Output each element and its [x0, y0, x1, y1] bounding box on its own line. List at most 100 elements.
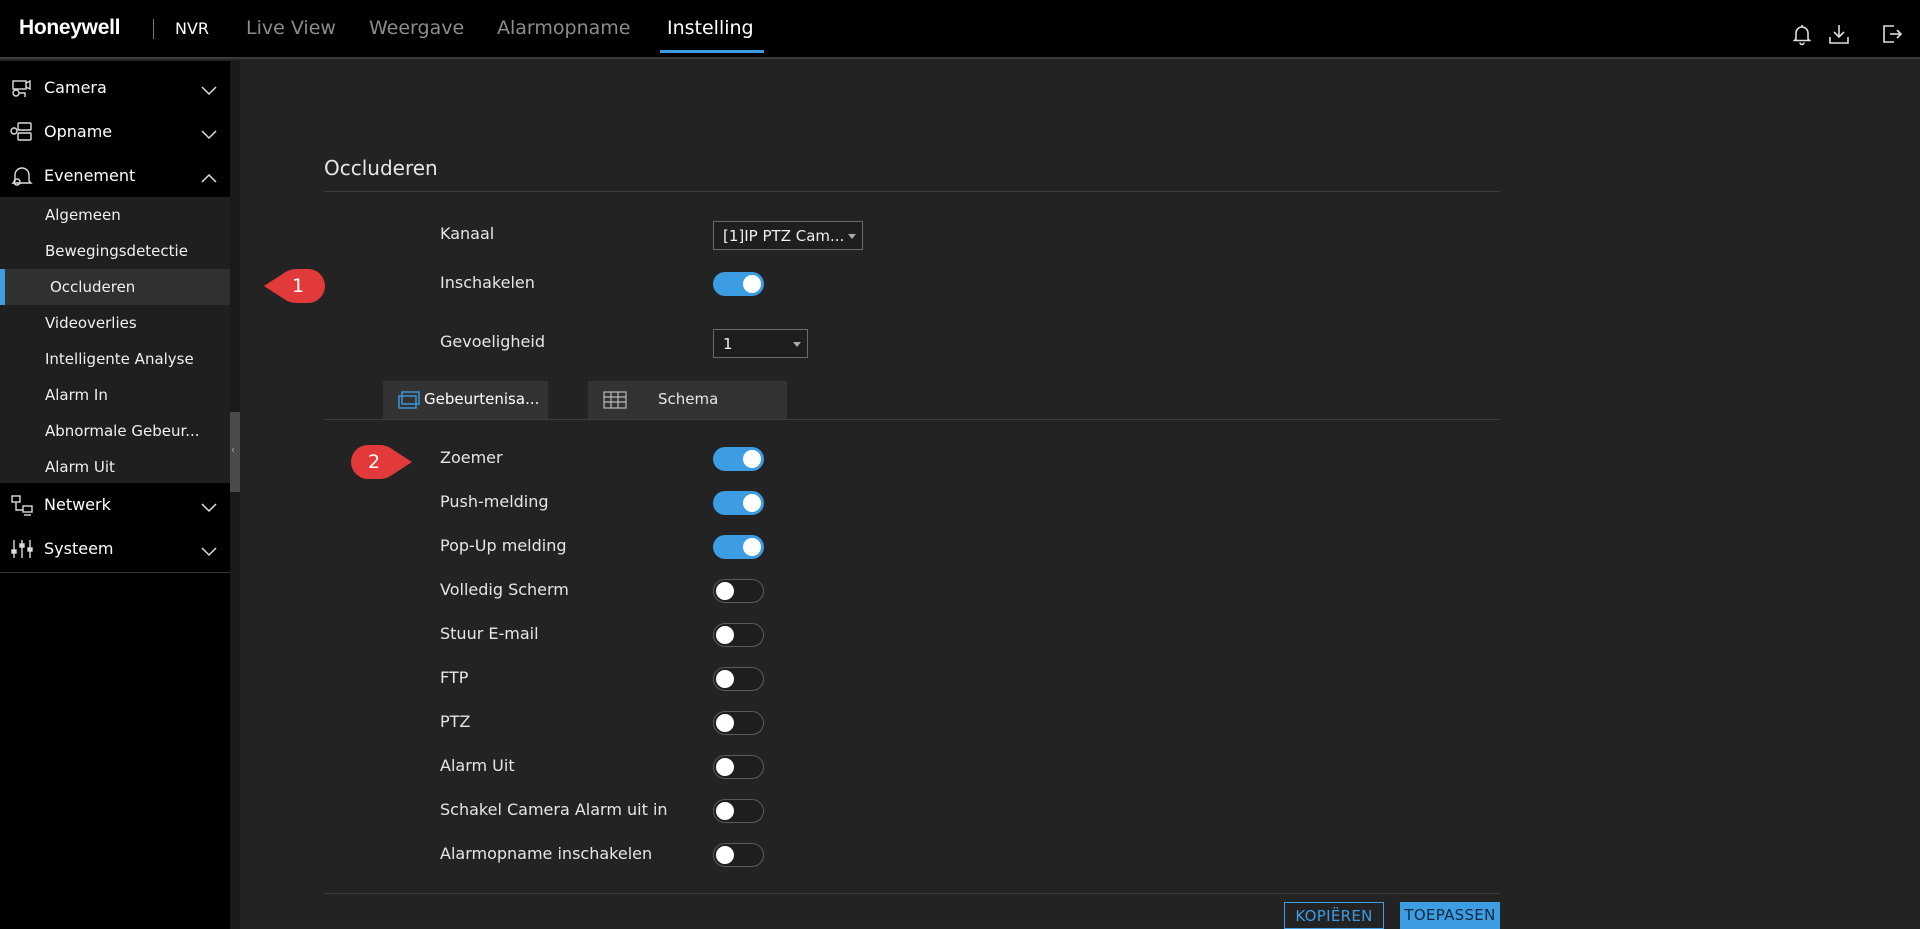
dropdown-caret-icon	[793, 342, 801, 347]
logout-icon[interactable]	[1880, 22, 1904, 46]
inschakelen-label: Inschakelen	[440, 273, 535, 292]
toggle-knob	[743, 538, 761, 556]
ptz-label: PTZ	[440, 712, 471, 731]
sidebar: Camera Opname Evenement Algemeen Bewegin…	[0, 61, 230, 929]
pop-up-melding-toggle[interactable]	[713, 535, 764, 559]
sidebar-item-videoverlies[interactable]: Videoverlies	[0, 305, 230, 341]
tab-alarmopname[interactable]: Alarmopname	[497, 17, 630, 39]
schakel-camera-alarm-label: Schakel Camera Alarm uit in	[440, 800, 668, 819]
schakel-camera-alarm-toggle[interactable]	[713, 799, 764, 823]
toggle-knob	[743, 494, 761, 512]
sidebar-item-label: Algemeen	[45, 206, 121, 224]
kanaal-label: Kanaal	[440, 224, 495, 243]
sidebar-item-label: Abnormale Gebeur...	[45, 422, 200, 440]
alarmopname-inschakelen-toggle[interactable]	[713, 843, 764, 867]
callout-number: 2	[368, 451, 381, 473]
sidebar-section-label: Netwerk	[44, 495, 111, 514]
stuur-email-toggle[interactable]	[713, 623, 764, 647]
top-bar: Honeywell NVR Live View Weergave Alarmop…	[0, 0, 1920, 59]
record-icon	[10, 121, 34, 143]
active-item-indicator	[0, 269, 5, 305]
toggle-knob	[716, 582, 734, 600]
stuur-email-label: Stuur E-mail	[440, 624, 539, 643]
volledig-scherm-label: Volledig Scherm	[440, 580, 569, 599]
alarm-uit-toggle[interactable]	[713, 755, 764, 779]
sidebar-section-netwerk[interactable]: Netwerk	[0, 483, 230, 527]
footer-divider	[324, 893, 1500, 894]
toggle-knob	[743, 450, 761, 468]
tab-instelling[interactable]: Instelling	[667, 17, 754, 39]
sidebar-divider	[0, 572, 230, 573]
sidebar-item-label: Alarm In	[45, 386, 108, 404]
toggle-knob	[716, 846, 734, 864]
sidebar-item-bewegingsdetectie[interactable]: Bewegingsdetectie	[0, 233, 230, 269]
system-icon	[10, 538, 34, 560]
download-icon[interactable]	[1827, 22, 1851, 46]
tab-label: Schema	[658, 390, 719, 408]
sidebar-section-label: Camera	[44, 78, 107, 97]
tabs-divider	[324, 419, 1500, 420]
toggle-knob	[716, 802, 734, 820]
chevron-down-icon	[200, 542, 218, 557]
active-tab-indicator	[660, 50, 764, 53]
sidebar-item-label: Intelligente Analyse	[45, 350, 194, 368]
sidebar-item-intelligente-analyse[interactable]: Intelligente Analyse	[0, 341, 230, 377]
network-icon	[10, 494, 34, 516]
apply-button[interactable]: TOEPASSEN	[1400, 902, 1500, 929]
chevron-up-icon	[200, 169, 218, 183]
collapse-arrow-icon[interactable]: ‹	[231, 445, 235, 456]
sidebar-section-opname[interactable]: Opname	[0, 110, 230, 154]
alarmopname-inschakelen-label: Alarmopname inschakelen	[440, 844, 653, 863]
bell-icon[interactable]	[1790, 22, 1814, 46]
sidebar-section-systeem[interactable]: Systeem	[0, 527, 230, 571]
sidebar-section-label: Opname	[44, 122, 113, 141]
camera-icon	[10, 77, 34, 99]
toggle-knob	[716, 626, 734, 644]
ftp-toggle[interactable]	[713, 667, 764, 691]
sidebar-item-label: Alarm Uit	[45, 458, 115, 476]
tab-schema[interactable]: Schema	[588, 381, 787, 419]
gevoeligheid-label: Gevoeligheid	[440, 332, 545, 351]
tab-weergave[interactable]: Weergave	[369, 17, 464, 39]
sidebar-section-label: Evenement	[44, 166, 136, 185]
event-submenu: Algemeen Bewegingsdetectie Occluderen Vi…	[0, 197, 230, 483]
chevron-down-icon	[200, 498, 218, 513]
tab-live-view[interactable]: Live View	[246, 17, 336, 39]
toggle-knob	[743, 275, 761, 293]
push-melding-toggle[interactable]	[713, 491, 764, 515]
sidebar-item-algemeen[interactable]: Algemeen	[0, 197, 230, 233]
chevron-down-icon	[200, 125, 218, 140]
page-title: Occluderen	[324, 156, 438, 180]
sidebar-item-label: Videoverlies	[45, 314, 137, 332]
sidebar-scrollbar[interactable]	[230, 61, 240, 929]
sidebar-section-evenement[interactable]: Evenement	[0, 154, 230, 198]
gevoeligheid-select[interactable]: 1	[713, 329, 808, 358]
sidebar-item-label: Bewegingsdetectie	[45, 242, 188, 260]
sidebar-item-alarm-uit[interactable]: Alarm Uit	[0, 449, 230, 485]
sidebar-section-label: Systeem	[44, 539, 114, 558]
sidebar-item-alarm-in[interactable]: Alarm In	[0, 377, 230, 413]
chevron-down-icon	[200, 81, 218, 96]
sidebar-item-occluderen[interactable]: Occluderen	[0, 269, 230, 305]
kanaal-select[interactable]: [1]IP PTZ Cam...	[713, 221, 863, 250]
volledig-scherm-toggle[interactable]	[713, 579, 764, 603]
toggle-knob	[716, 670, 734, 688]
event-icon	[10, 165, 34, 187]
toggle-knob	[716, 714, 734, 732]
copy-button[interactable]: KOPIËREN	[1284, 902, 1384, 929]
tab-gebeurtenisacties[interactable]: Gebeurtenisa...	[383, 381, 548, 419]
alarm-uit-label: Alarm Uit	[440, 756, 515, 775]
zoemer-toggle[interactable]	[713, 447, 764, 471]
push-melding-label: Push-melding	[440, 492, 549, 511]
kanaal-value: [1]IP PTZ Cam...	[723, 227, 845, 245]
callout-marker-2: 2	[350, 441, 414, 483]
sidebar-section-camera[interactable]: Camera	[0, 66, 230, 110]
callout-marker-1: 1	[262, 265, 326, 307]
pop-up-melding-label: Pop-Up melding	[440, 536, 567, 555]
tab-label: Gebeurtenisa...	[424, 390, 540, 408]
brand-divider	[153, 19, 154, 39]
inschakelen-toggle[interactable]	[713, 272, 764, 296]
ptz-toggle[interactable]	[713, 711, 764, 735]
sidebar-item-abnormale-gebeurtenis[interactable]: Abnormale Gebeur...	[0, 413, 230, 449]
ftp-label: FTP	[440, 668, 469, 687]
